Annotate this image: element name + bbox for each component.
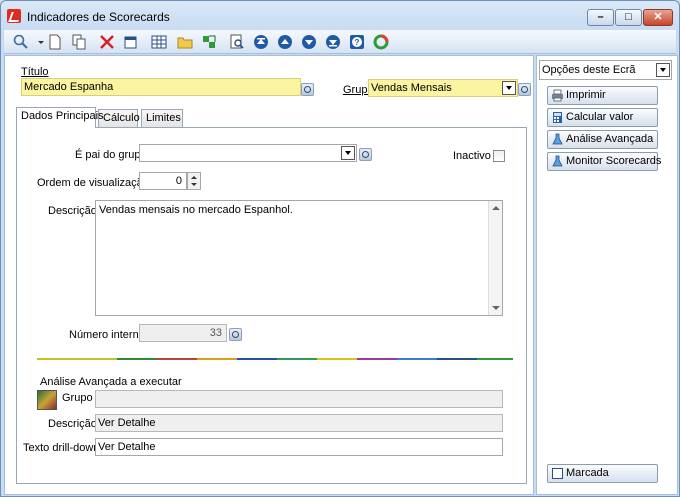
marcada-label: Marcada xyxy=(566,467,609,479)
recycle-icon[interactable] xyxy=(372,33,390,51)
marcada-button[interactable]: Marcada xyxy=(547,464,658,483)
minimize-icon: – xyxy=(597,11,604,23)
close-button[interactable]: ✕ xyxy=(643,9,673,26)
calcular-valor-label: Calcular valor xyxy=(566,111,634,123)
flask-icon xyxy=(552,133,563,145)
calculator-icon xyxy=(553,112,562,123)
grupo-combo[interactable]: Vendas Mensais xyxy=(368,79,518,97)
drill-down-label: Texto drill-down xyxy=(23,442,100,454)
chevron-down-icon[interactable] xyxy=(341,146,355,160)
window-title: Indicadores de Scorecards xyxy=(27,10,170,24)
calcular-valor-button[interactable]: Calcular valor xyxy=(547,108,658,127)
analise-descricao-label: Descrição xyxy=(48,418,97,430)
titulo-lookup-icon[interactable] xyxy=(301,83,314,96)
printer-icon xyxy=(552,89,563,102)
properties-icon[interactable] xyxy=(122,33,140,51)
chevron-down-icon[interactable] xyxy=(502,81,516,95)
maximize-icon: □ xyxy=(625,11,632,23)
analise-picture-icon[interactable] xyxy=(37,390,57,410)
checkbox-icon xyxy=(552,468,563,479)
preview-icon[interactable] xyxy=(228,33,246,51)
monitor-icon xyxy=(552,155,563,167)
inactivo-label: Inactivo xyxy=(453,150,491,162)
tab-dados-principais[interactable]: Dados Principais xyxy=(16,107,104,128)
numero-interno-field: 33 xyxy=(139,324,227,342)
tab-calculo[interactable]: Cálculo xyxy=(98,109,140,128)
descricao-label: Descrição xyxy=(48,205,97,217)
copy-icon[interactable] xyxy=(70,33,88,51)
descricao-textarea[interactable]: Vendas mensais no mercado Espanhol. xyxy=(95,200,503,316)
options-combo[interactable]: Opções deste Ecrã xyxy=(539,60,672,80)
new-document-icon[interactable] xyxy=(46,33,64,51)
grupo-combo-value: Vendas Mensais xyxy=(371,82,452,94)
titulo-field[interactable]: Mercado Espanha xyxy=(21,78,301,96)
e-pai-combo[interactable] xyxy=(139,144,357,162)
numero-interno-label: Número interno xyxy=(69,329,145,341)
svg-text:?: ? xyxy=(355,38,360,47)
monitor-scorecards-label: Monitor Scorecards xyxy=(566,155,662,167)
next-record-icon[interactable] xyxy=(300,33,318,51)
scroll-up-icon[interactable] xyxy=(492,206,500,210)
numero-lookup-icon[interactable] xyxy=(229,328,242,341)
titulo-label: Título xyxy=(21,66,49,78)
tab-panel-dados-principais: É pai do grupo Inactivo Ordem de visuali… xyxy=(16,127,527,484)
app-icon xyxy=(7,9,21,23)
grid-icon[interactable] xyxy=(150,33,168,51)
colored-divider xyxy=(37,358,513,360)
descricao-scrollbar[interactable] xyxy=(488,201,502,315)
ordem-input[interactable]: 0 xyxy=(139,172,187,190)
close-icon: ✕ xyxy=(653,11,663,23)
last-record-icon[interactable] xyxy=(324,33,342,51)
imprimir-button[interactable]: Imprimir xyxy=(547,86,658,105)
options-combo-value: Opções deste Ecrã xyxy=(542,64,636,76)
folder-icon[interactable] xyxy=(176,33,194,51)
ordem-spinner[interactable] xyxy=(187,172,201,190)
inactivo-checkbox[interactable] xyxy=(493,150,505,162)
e-pai-lookup-icon[interactable] xyxy=(359,148,372,161)
delete-icon[interactable] xyxy=(98,33,116,51)
imprimir-label: Imprimir xyxy=(566,89,606,101)
ordem-label: Ordem de visualização xyxy=(37,177,149,189)
analise-grupo-label: Grupo xyxy=(62,392,93,404)
e-pai-label: É pai do grupo xyxy=(75,149,147,161)
title-bar: Indicadores de Scorecards – □ ✕ xyxy=(1,1,679,30)
chevron-down-icon[interactable] xyxy=(656,63,670,77)
analise-section-label: Análise Avançada a executar xyxy=(40,376,182,388)
drill-down-input[interactable]: Ver Detalhe xyxy=(95,438,503,456)
maximize-button[interactable]: □ xyxy=(615,9,642,26)
search-icon[interactable] xyxy=(12,33,30,51)
toolbar: ? xyxy=(4,30,676,54)
grupo-lookup-icon[interactable] xyxy=(518,83,531,96)
monitor-scorecards-button[interactable]: Monitor Scorecards xyxy=(547,152,662,171)
analise-descricao-field: Ver Detalhe xyxy=(95,414,503,432)
search-dropdown-icon[interactable] xyxy=(32,33,44,51)
refresh-icon[interactable] xyxy=(200,33,218,51)
window: Indicadores de Scorecards – □ ✕ ? Título… xyxy=(0,0,680,497)
minimize-button[interactable]: – xyxy=(587,9,614,26)
first-record-icon[interactable] xyxy=(252,33,270,51)
analise-grupo-field xyxy=(95,390,503,408)
scroll-down-icon[interactable] xyxy=(492,306,500,310)
descricao-text: Vendas mensais no mercado Espanhol. xyxy=(99,204,293,216)
analise-avancada-label: Análise Avançada xyxy=(566,133,654,145)
tab-limites[interactable]: Limites xyxy=(141,109,183,128)
side-panel: Opções deste Ecrã Imprimir Calcular valo… xyxy=(536,55,678,495)
help-icon[interactable]: ? xyxy=(348,33,366,51)
previous-record-icon[interactable] xyxy=(276,33,294,51)
analise-avancada-button[interactable]: Análise Avançada xyxy=(547,130,658,149)
